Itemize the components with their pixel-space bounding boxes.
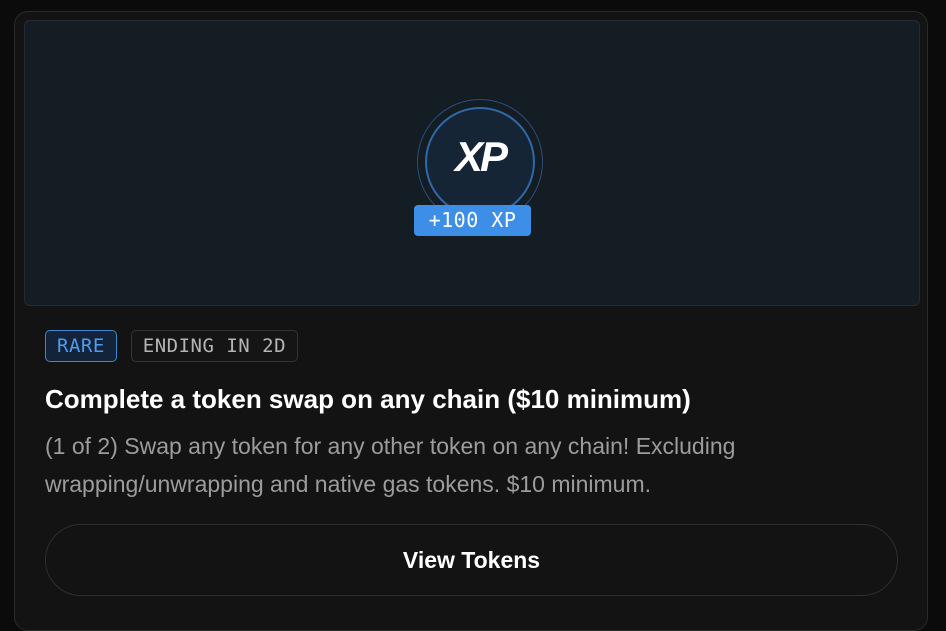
quest-hero-banner: XP +100 XP xyxy=(24,20,920,306)
xp-logo-text: XP xyxy=(453,133,509,180)
quest-card: XP +100 XP RARE ENDING IN 2D Complete a … xyxy=(14,11,928,631)
rarity-tag: RARE xyxy=(45,330,117,362)
ending-tag: ENDING IN 2D xyxy=(130,330,299,362)
xp-logo-icon: XP xyxy=(425,107,535,207)
xp-logo-svg: XP xyxy=(453,133,512,180)
quest-description: (1 of 2) Swap any token for any other to… xyxy=(45,433,736,497)
quest-tags: RARE ENDING IN 2D xyxy=(45,330,299,362)
quest-title: Complete a token swap on any chain ($10 … xyxy=(45,384,691,414)
view-tokens-button[interactable]: View Tokens xyxy=(45,524,898,596)
xp-reward-badge: +100 XP xyxy=(414,205,531,236)
